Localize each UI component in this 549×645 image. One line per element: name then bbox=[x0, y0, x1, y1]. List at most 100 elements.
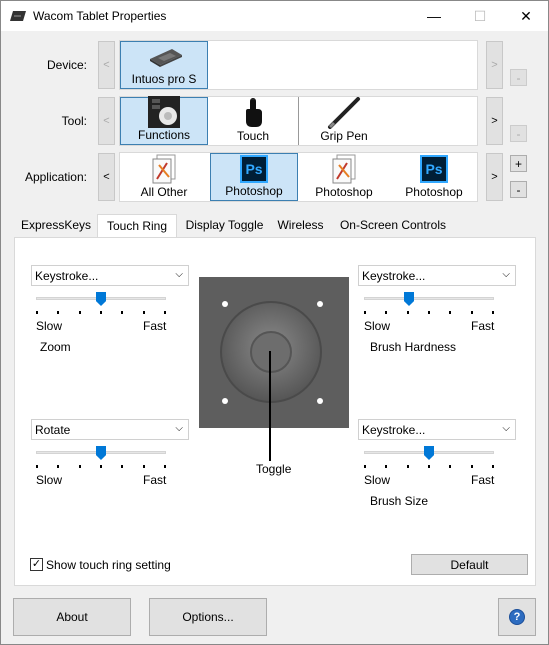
app-tile-label: Photoshop bbox=[405, 185, 463, 199]
slider-ticks bbox=[364, 465, 494, 469]
slow-label: Slow bbox=[364, 319, 391, 333]
slider-tick bbox=[100, 311, 102, 314]
app-tile-photoshop-3[interactable]: Ps Photoshop bbox=[390, 153, 478, 201]
photoshop-grey-icon bbox=[332, 154, 356, 184]
application-add-button[interactable]: + bbox=[510, 155, 527, 172]
top-left-speed-slider[interactable] bbox=[36, 292, 166, 308]
top-right-speed-slider[interactable] bbox=[364, 292, 494, 308]
app-tile-all-other[interactable]: All Other bbox=[120, 153, 208, 201]
tab-display-toggle[interactable]: Display Toggle bbox=[177, 214, 272, 238]
tool-tile-label: Touch bbox=[236, 129, 270, 143]
slow-label: Slow bbox=[36, 473, 63, 487]
bottom-right-speed-slider[interactable] bbox=[364, 446, 494, 462]
tab-expresskeys[interactable]: ExpressKeys bbox=[15, 214, 97, 238]
fast-label: Fast bbox=[471, 473, 495, 487]
default-button[interactable]: Default bbox=[411, 554, 528, 575]
chevron-down-icon: ⌵ bbox=[175, 423, 183, 434]
slider-tick bbox=[492, 311, 494, 314]
show-setting-checkbox[interactable]: ✓ bbox=[30, 558, 43, 571]
device-scroll-left-button[interactable]: < bbox=[98, 41, 115, 89]
chevron-down-icon: ⌵ bbox=[175, 269, 183, 280]
bottom-left-speed-slider[interactable] bbox=[36, 446, 166, 462]
device-strip: Intuos pro S bbox=[119, 40, 478, 90]
window-title: Wacom Tablet Properties bbox=[33, 9, 167, 23]
top-right-function-dropdown[interactable]: Keystroke... ⌵ bbox=[358, 265, 516, 286]
tab-wireless[interactable]: Wireless bbox=[272, 214, 329, 238]
slider-thumb[interactable] bbox=[404, 292, 414, 306]
dropdown-value: Rotate bbox=[35, 423, 71, 437]
bottom-right-function-dropdown[interactable]: Keystroke... ⌵ bbox=[358, 419, 516, 440]
fast-label: Fast bbox=[471, 319, 495, 333]
tool-strip: Functions Touch Grip Pen bbox=[119, 96, 478, 146]
slider-tick bbox=[449, 465, 451, 468]
slow-label: Slow bbox=[364, 473, 391, 487]
tool-label: Tool: bbox=[61, 114, 87, 128]
dropdown-value: Keystroke... bbox=[362, 269, 426, 283]
dropdown-value: Keystroke... bbox=[362, 423, 426, 437]
tool-remove-button[interactable]: - bbox=[510, 125, 527, 142]
slider-tick bbox=[364, 311, 366, 314]
device-remove-button[interactable]: - bbox=[510, 69, 527, 86]
app-tile-photoshop-2[interactable]: Photoshop bbox=[300, 153, 388, 201]
tool-tile-grip-pen[interactable]: Grip Pen bbox=[300, 97, 388, 145]
slider-thumb[interactable] bbox=[424, 446, 434, 460]
top-left-function-dropdown[interactable]: Keystroke... ⌵ bbox=[31, 265, 189, 286]
application-scroll-left-button[interactable]: < bbox=[98, 153, 115, 201]
slider-tick bbox=[164, 465, 166, 468]
all-other-apps-icon bbox=[152, 154, 176, 184]
slider-thumb[interactable] bbox=[96, 292, 106, 306]
maximize-button[interactable]: ☐ bbox=[457, 1, 503, 31]
slider-tick bbox=[449, 311, 451, 314]
app-tile-label: Photoshop bbox=[315, 185, 373, 199]
application-remove-button[interactable]: - bbox=[510, 181, 527, 198]
photoshop-glyph: Ps bbox=[425, 161, 443, 177]
help-button[interactable]: ? bbox=[498, 598, 536, 636]
dropdown-value: Keystroke... bbox=[35, 269, 99, 283]
device-scroll-right-button[interactable]: > bbox=[486, 41, 503, 89]
tool-tile-touch[interactable]: Touch bbox=[209, 97, 297, 145]
app-tile-label: Photoshop bbox=[225, 184, 283, 198]
tab-on-screen-controls[interactable]: On-Screen Controls bbox=[329, 214, 457, 238]
slider-track bbox=[364, 297, 494, 300]
slider-tick bbox=[364, 465, 366, 468]
bottom-left-function-dropdown[interactable]: Rotate ⌵ bbox=[31, 419, 189, 440]
close-button[interactable]: ✕ bbox=[503, 1, 549, 31]
tool-scroll-left-button[interactable]: < bbox=[98, 97, 115, 145]
fast-label: Fast bbox=[143, 319, 167, 333]
touch-ring-image bbox=[199, 277, 349, 428]
minimize-button[interactable]: — bbox=[411, 1, 457, 31]
touch-hand-icon bbox=[246, 98, 262, 127]
pen-icon bbox=[328, 97, 360, 129]
app-tile-photoshop-selected[interactable]: Ps Photoshop bbox=[210, 153, 298, 201]
fast-label: Fast bbox=[143, 473, 167, 487]
chevron-down-icon: ⌵ bbox=[502, 269, 510, 280]
slider-ticks bbox=[36, 311, 166, 315]
slider-tick bbox=[407, 311, 409, 314]
slider-tick bbox=[164, 311, 166, 314]
device-tile-intuos[interactable]: Intuos pro S bbox=[120, 41, 208, 89]
slider-tick bbox=[100, 465, 102, 468]
wacom-properties-window: Wacom Tablet Properties — ☐ ✕ Device: < … bbox=[0, 0, 549, 645]
toggle-pointer-line bbox=[269, 351, 271, 461]
application-scroll-right-button[interactable]: > bbox=[486, 153, 503, 201]
tool-tile-label: Functions bbox=[137, 128, 191, 142]
tab-touch-ring[interactable]: Touch Ring bbox=[97, 214, 177, 239]
slider-tick bbox=[79, 465, 81, 468]
title-bar: Wacom Tablet Properties — ☐ ✕ bbox=[1, 1, 548, 31]
wacom-app-icon bbox=[10, 11, 26, 21]
slider-thumb[interactable] bbox=[96, 446, 106, 460]
slider-tick bbox=[407, 465, 409, 468]
slider-tick bbox=[471, 311, 473, 314]
show-setting-label[interactable]: Show touch ring setting bbox=[46, 558, 171, 572]
slider-tick bbox=[36, 465, 38, 468]
tool-tile-functions[interactable]: Functions bbox=[120, 96, 208, 145]
slider-tick bbox=[143, 311, 145, 314]
options-button[interactable]: Options... bbox=[149, 598, 267, 636]
slider-tick bbox=[428, 311, 430, 314]
device-label: Device: bbox=[46, 58, 87, 72]
help-icon: ? bbox=[509, 609, 525, 625]
tool-scroll-right-button[interactable]: > bbox=[486, 97, 503, 145]
photoshop-icon: Ps bbox=[240, 155, 268, 183]
photoshop-glyph: Ps bbox=[245, 161, 263, 177]
about-button[interactable]: About bbox=[13, 598, 131, 636]
